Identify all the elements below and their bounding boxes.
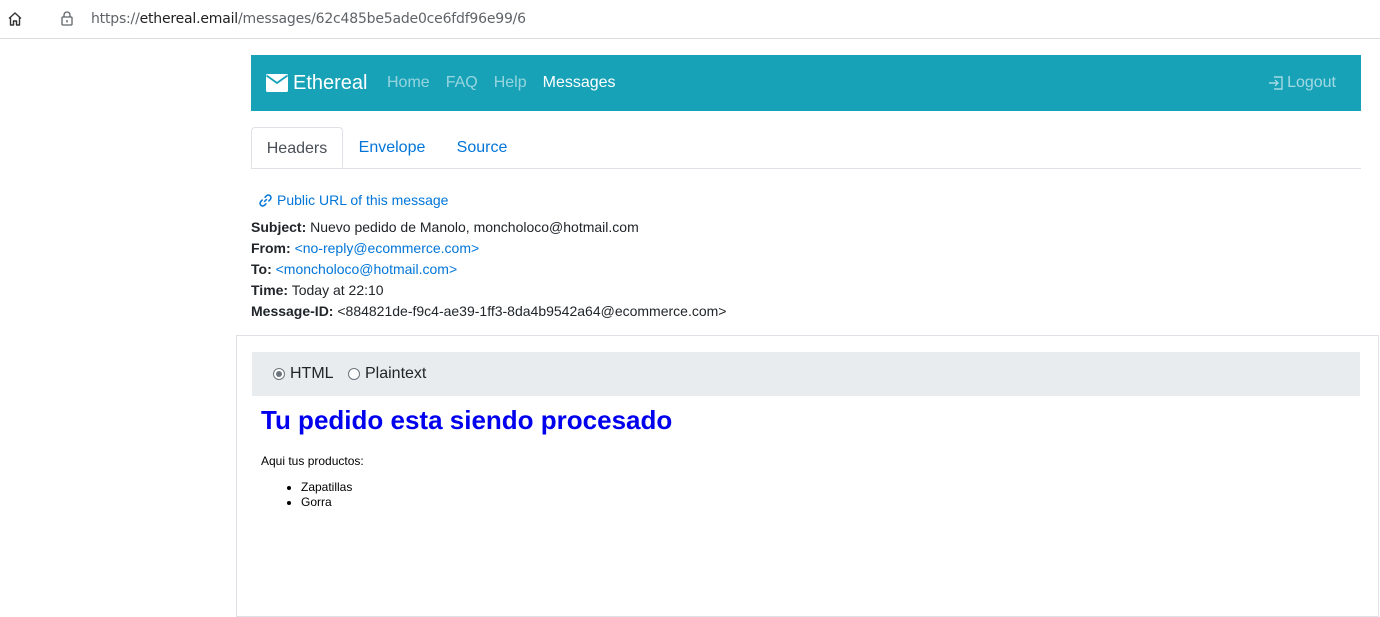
home-icon[interactable] bbox=[4, 8, 26, 30]
browser-toolbar: https://ethereal.email/messages/62c485be… bbox=[0, 0, 1380, 39]
brand-link[interactable]: Ethereal bbox=[266, 70, 368, 96]
message-tabs: Headers Envelope Source bbox=[251, 127, 1361, 169]
subject-label: Subject: bbox=[251, 219, 307, 235]
email-intro: Aqui tus productos: bbox=[261, 454, 364, 468]
from-label: From: bbox=[251, 240, 291, 256]
from-row: From: <no-reply@ecommerce.com> bbox=[251, 239, 479, 257]
sign-out-icon bbox=[1269, 76, 1283, 90]
nav-faq[interactable]: FAQ bbox=[446, 73, 478, 93]
to-value[interactable]: <moncholoco@hotmail.com> bbox=[276, 261, 458, 277]
list-item: Gorra bbox=[301, 495, 352, 510]
message-id-label: Message-ID: bbox=[251, 303, 334, 319]
plaintext-option-label: Plaintext bbox=[365, 365, 427, 382]
from-value[interactable]: <no-reply@ecommerce.com> bbox=[295, 240, 480, 256]
logout-button[interactable]: Logout bbox=[1268, 73, 1336, 93]
time-value: Today at 22:10 bbox=[291, 282, 384, 298]
email-heading: Tu pedido esta siendo procesado bbox=[261, 405, 673, 435]
format-toggle-bar: HTML Plaintext bbox=[252, 352, 1360, 396]
envelope-icon bbox=[266, 74, 288, 92]
message-id-row: Message-ID: <884821de-f9c4-ae39-1ff3-8da… bbox=[251, 302, 726, 320]
address-bar[interactable]: https://ethereal.email/messages/62c485be… bbox=[42, 4, 1380, 34]
tab-headers[interactable]: Headers bbox=[251, 127, 343, 168]
nav-messages[interactable]: Messages bbox=[543, 73, 616, 93]
subject-row: Subject: Nuevo pedido de Manolo, monchol… bbox=[251, 218, 639, 236]
plaintext-radio[interactable] bbox=[348, 368, 360, 380]
nav-help[interactable]: Help bbox=[494, 73, 527, 93]
public-url-label: Public URL of this message bbox=[277, 192, 449, 208]
logout-label: Logout bbox=[1287, 74, 1336, 91]
nav-links: Home FAQ Help Messages bbox=[387, 73, 632, 93]
url-prefix: https:// bbox=[91, 11, 140, 27]
tab-envelope[interactable]: Envelope bbox=[345, 127, 439, 168]
to-label: To: bbox=[251, 261, 272, 277]
time-row: Time: Today at 22:10 bbox=[251, 281, 384, 299]
app-navbar: Ethereal Home FAQ Help Messages Logout bbox=[251, 55, 1361, 111]
plaintext-option[interactable]: Plaintext bbox=[348, 365, 426, 383]
list-item: Zapatillas bbox=[301, 480, 352, 495]
message-id-value: <884821de-f9c4-ae39-1ff3-8da4b9542a64@ec… bbox=[337, 303, 727, 319]
tab-source[interactable]: Source bbox=[443, 127, 521, 168]
public-url-link[interactable]: Public URL of this message bbox=[258, 191, 448, 209]
time-label: Time: bbox=[251, 282, 289, 298]
url-text: https://ethereal.email/messages/62c485be… bbox=[91, 11, 526, 27]
url-host: ethereal.email bbox=[139, 11, 239, 27]
subject-value: Nuevo pedido de Manolo, moncholoco@hotma… bbox=[310, 219, 639, 235]
link-icon bbox=[259, 193, 272, 207]
html-option[interactable]: HTML bbox=[273, 365, 334, 383]
to-row: To: <moncholoco@hotmail.com> bbox=[251, 260, 457, 278]
nav-home[interactable]: Home bbox=[387, 73, 430, 93]
message-body-panel: HTML Plaintext Tu pedido esta siendo pro… bbox=[236, 335, 1379, 617]
brand-name: Ethereal bbox=[293, 72, 368, 94]
html-option-label: HTML bbox=[290, 365, 334, 382]
html-radio[interactable] bbox=[273, 368, 285, 380]
lock-icon[interactable] bbox=[60, 10, 76, 28]
product-list: Zapatillas Gorra bbox=[261, 480, 352, 510]
url-path: /messages/62c485be5ade0ce6fdf96e99/6 bbox=[237, 11, 526, 27]
